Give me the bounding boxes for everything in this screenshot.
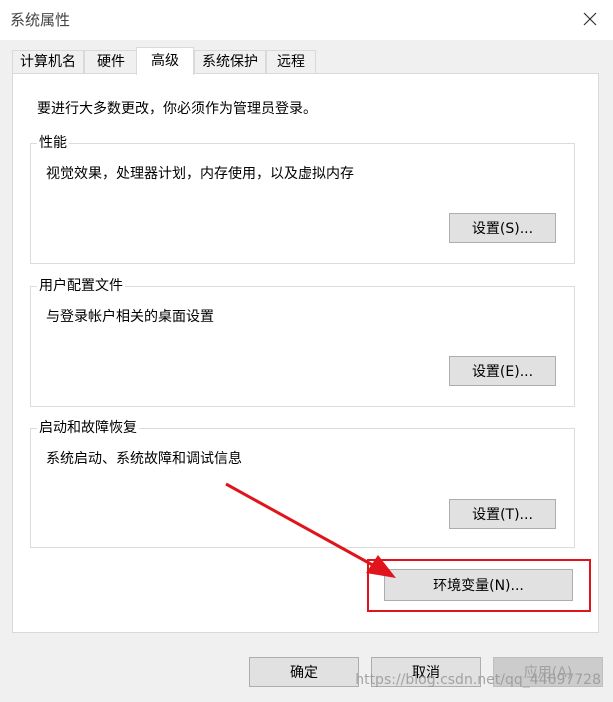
annotation-highlight-box [367, 559, 591, 612]
user-profiles-settings-button[interactable]: 设置(E)... [449, 356, 556, 386]
performance-settings-button[interactable]: 设置(S)... [449, 213, 556, 243]
tab-system-protection[interactable]: 系统保护 [194, 50, 266, 74]
watermark: https://blog.csdn.net/qq_44697728 [355, 672, 601, 688]
tab-hardware[interactable]: 硬件 [84, 50, 138, 74]
tab-computer-name[interactable]: 计算机名 [12, 50, 84, 74]
tab-remote[interactable]: 远程 [266, 50, 316, 74]
performance-group: 性能 视觉效果，处理器计划，内存使用，以及虚拟内存 [30, 133, 575, 264]
performance-label: 性能 [37, 133, 69, 153]
title-bar: 系统属性 [0, 0, 613, 40]
startup-recovery-group: 启动和故障恢复 系统启动、系统故障和调试信息 [30, 418, 575, 548]
user-profiles-group: 用户配置文件 与登录帐户相关的桌面设置 [30, 276, 575, 407]
tab-advanced[interactable]: 高级 [136, 47, 194, 75]
startup-recovery-settings-button[interactable]: 设置(T)... [449, 499, 556, 529]
close-button[interactable] [567, 0, 613, 38]
ok-button[interactable]: 确定 [249, 657, 359, 687]
close-icon [583, 12, 597, 26]
startup-recovery-description: 系统启动、系统故障和调试信息 [46, 451, 242, 467]
performance-description: 视觉效果，处理器计划，内存使用，以及虚拟内存 [46, 166, 354, 182]
startup-recovery-label: 启动和故障恢复 [37, 418, 139, 438]
window-title: 系统属性 [10, 11, 71, 29]
user-profiles-label: 用户配置文件 [37, 276, 125, 296]
admin-notice: 要进行大多数更改，你必须作为管理员登录。 [37, 101, 317, 117]
user-profiles-description: 与登录帐户相关的桌面设置 [46, 309, 214, 325]
